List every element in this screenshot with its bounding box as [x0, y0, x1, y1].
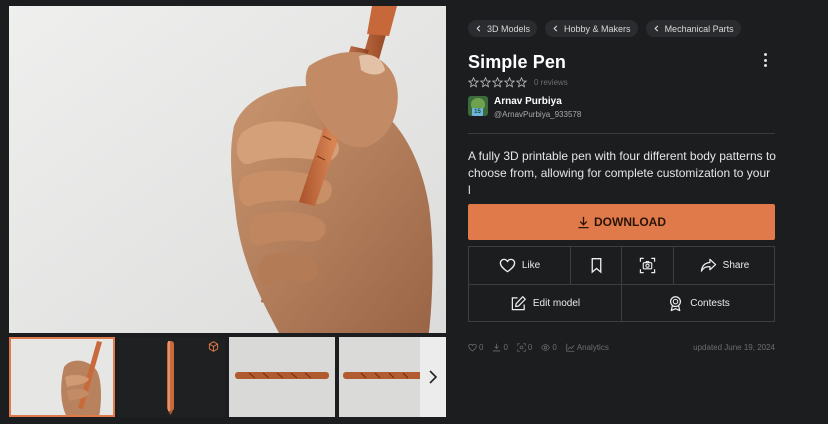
star-outline-icon	[492, 77, 503, 88]
rating-stars[interactable]: 0 reviews	[468, 77, 568, 88]
3d-cube-icon	[208, 341, 219, 352]
breadcrumb-3d-models[interactable]: 3D Models	[468, 20, 538, 37]
model-title: Simple Pen	[468, 52, 567, 72]
bookmark-icon	[591, 258, 601, 274]
pen-side-thumb-image	[229, 337, 335, 417]
avatar-level-badge: 15	[472, 108, 483, 116]
star-outline-icon	[468, 77, 479, 88]
thumbnail-2-3d[interactable]	[119, 337, 225, 417]
main-model-image[interactable]	[9, 6, 446, 333]
edit-model-label: Edit model	[532, 298, 581, 309]
camera-scan-icon	[517, 343, 526, 352]
analytics-link[interactable]: Analytics	[566, 343, 609, 352]
camera-scan-icon	[639, 257, 656, 274]
breadcrumb: 3D Models Hobby & Makers Mechanical Part…	[468, 20, 741, 37]
divider	[468, 133, 775, 134]
stat-3d-views: 0	[517, 343, 532, 352]
breadcrumb-mechanical-parts[interactable]: Mechanical Parts	[645, 20, 741, 37]
share-label: Share	[722, 260, 750, 271]
like-label: Like	[521, 260, 541, 271]
award-medal-icon	[670, 296, 682, 312]
like-button[interactable]: Like	[469, 247, 570, 284]
kebab-dot	[763, 53, 767, 56]
gallery-next-button[interactable]	[420, 337, 446, 417]
author-name[interactable]: Arnav Purbiya	[494, 96, 581, 107]
edit-model-button[interactable]: Edit model	[469, 285, 621, 322]
views-count: 0	[552, 343, 557, 352]
avatar[interactable]: 15	[468, 96, 488, 116]
3d-views-count: 0	[527, 343, 533, 352]
star-outline-icon	[480, 77, 491, 88]
share-arrow-icon	[700, 258, 716, 272]
author-handle: @ArnavPurbiya_933578	[494, 110, 582, 119]
breadcrumb-label: 3D Models	[487, 23, 531, 34]
thumbnail-strip	[9, 337, 446, 417]
download-icon	[493, 343, 501, 352]
stat-downloads: 0	[492, 343, 508, 352]
analytics-label: Analytics	[576, 343, 609, 352]
star-outline-icon	[504, 77, 515, 88]
reviews-count[interactable]: 0 reviews	[534, 78, 568, 87]
updated-date: updated June 19, 2024	[693, 343, 775, 352]
contests-label: Contests	[690, 298, 730, 309]
chevron-right-icon	[429, 370, 438, 384]
stat-likes: 0	[468, 343, 483, 352]
chevron-left-icon	[553, 25, 558, 32]
author-block[interactable]: 15 Arnav Purbiya @ArnavPurbiya_933578	[468, 96, 581, 119]
breadcrumb-label: Mechanical Parts	[664, 23, 734, 34]
downloads-count: 0	[503, 343, 508, 352]
heart-icon	[499, 258, 516, 273]
likes-count: 0	[479, 343, 484, 352]
analytics-chart-icon	[566, 343, 575, 352]
bookmark-button[interactable]	[571, 247, 621, 284]
download-icon	[578, 216, 589, 228]
download-label: DOWNLOAD	[594, 215, 666, 229]
model-description: A fully 3D printable pen with four diffe…	[468, 149, 776, 197]
thumbnail-1[interactable]	[9, 337, 115, 417]
chevron-left-icon	[476, 25, 481, 32]
breadcrumb-hobby-makers[interactable]: Hobby & Makers	[545, 20, 638, 37]
stats-bar: 0 0 0 0 Analytics updated June 19, 2024	[468, 343, 775, 352]
heart-icon	[468, 343, 477, 352]
download-button[interactable]: DOWNLOAD	[468, 204, 775, 240]
breadcrumb-label: Hobby & Makers	[564, 23, 631, 34]
share-button[interactable]: Share	[674, 247, 775, 284]
hand-pen-thumb-image	[9, 337, 115, 417]
kebab-dot	[763, 64, 767, 67]
more-options-button[interactable]	[758, 52, 772, 68]
kebab-dot	[763, 58, 767, 62]
make-photo-button[interactable]	[622, 247, 673, 284]
eye-icon	[541, 344, 551, 351]
hand-holding-pen-photo	[9, 6, 446, 333]
action-grid: Like Share Edit model Contests	[468, 246, 775, 322]
chevron-left-icon	[654, 25, 658, 32]
edit-pencil-icon	[511, 296, 526, 311]
thumbnail-3[interactable]	[229, 337, 335, 417]
contests-button[interactable]: Contests	[622, 285, 775, 322]
stat-views: 0	[541, 343, 557, 352]
star-outline-icon	[516, 77, 527, 88]
